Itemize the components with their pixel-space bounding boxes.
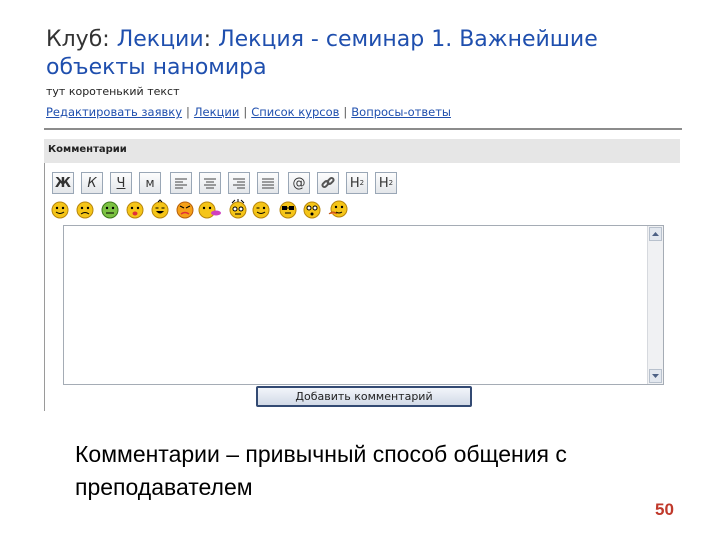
comments-header-label: Комментарии (48, 144, 127, 155)
screenshot-region: Клуб: Лекции: Лекция - семинар 1. Важней… (0, 0, 720, 411)
align-left-button[interactable] (170, 172, 192, 194)
comment-textarea[interactable] (63, 225, 664, 385)
add-comment-button[interactable]: Добавить комментарий (256, 386, 472, 407)
align-justify-icon (262, 178, 274, 189)
h2-label: H (349, 175, 360, 191)
scroll-up-button[interactable] (649, 227, 662, 241)
surprised-icon[interactable] (302, 199, 322, 219)
breadcrumb-separator: : (203, 27, 212, 52)
edit-request-link[interactable]: Редактировать заявку (46, 105, 182, 119)
nav-separator: | (243, 105, 248, 119)
breadcrumb-lectures-link[interactable]: Лекции (117, 27, 204, 52)
slide-caption: Комментарии – привычный способ общения с… (75, 441, 567, 500)
email-button[interactable]: @ (288, 172, 310, 194)
angry-icon[interactable] (175, 199, 195, 219)
arrow-up-icon (652, 232, 659, 236)
align-right-icon (233, 178, 245, 189)
divider (44, 128, 682, 130)
subscript-h2-button[interactable]: H2 (346, 172, 368, 194)
arrow-down-icon (652, 374, 659, 378)
sad-icon[interactable] (75, 199, 95, 219)
crazy-icon[interactable] (228, 199, 248, 219)
tongue-icon[interactable] (125, 199, 145, 219)
wink-icon[interactable] (251, 199, 271, 219)
cool-icon[interactable] (278, 199, 298, 219)
sick-icon[interactable] (100, 199, 120, 219)
textarea-scrollbar[interactable] (647, 226, 663, 384)
blush-icon[interactable] (326, 199, 350, 219)
qa-link[interactable]: Вопросы-ответы (351, 105, 451, 119)
comments-header: Комментарии (44, 139, 680, 163)
laugh-icon[interactable] (150, 199, 170, 219)
underline-button[interactable]: Ч (110, 172, 132, 194)
link-button[interactable] (317, 172, 339, 194)
slide-page-number: 50 (655, 500, 674, 519)
link-icon (321, 176, 335, 189)
nav-separator: | (186, 105, 190, 119)
kiss-icon[interactable] (198, 199, 222, 219)
lecture-description: тут коротенький текст (46, 85, 180, 98)
breadcrumb-separator: : (102, 27, 110, 52)
scroll-down-button[interactable] (649, 369, 662, 383)
align-left-icon (175, 178, 187, 189)
align-center-button[interactable] (199, 172, 221, 194)
h2-label: H (378, 175, 389, 191)
nav-separator: | (343, 105, 348, 119)
lectures-link[interactable]: Лекции (194, 105, 239, 119)
breadcrumb-club: Клуб (46, 27, 103, 52)
action-nav: Редактировать заявку | Лекции | Список курсо… (46, 105, 451, 119)
page-title: Клуб: Лекции: Лекция - семинар 1. Важней… (46, 26, 646, 82)
align-center-icon (204, 178, 216, 189)
subscript-label: 2 (359, 179, 365, 187)
align-right-button[interactable] (228, 172, 250, 194)
panel-border (44, 139, 45, 411)
italic-button[interactable]: К (81, 172, 103, 194)
bold-button[interactable]: Ж (52, 172, 74, 194)
smile-icon[interactable] (50, 199, 70, 219)
align-justify-button[interactable] (257, 172, 279, 194)
superscript-label: 2 (388, 179, 394, 187)
superscript-h2-button[interactable]: H2 (375, 172, 397, 194)
mono-button[interactable]: м (139, 172, 161, 194)
course-list-link[interactable]: Список курсов (251, 105, 339, 119)
